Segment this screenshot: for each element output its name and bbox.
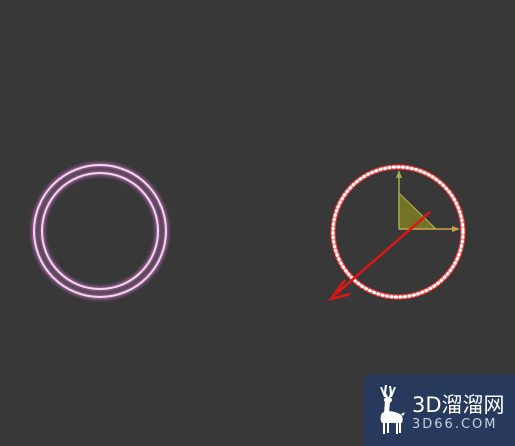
left-ring[interactable] [31,162,169,300]
watermark-url: 3D66.COM [412,417,498,432]
deer-icon [380,385,405,434]
watermark-panel: 3D溜溜网 3D66.COM [364,375,515,446]
watermark-title: 3D溜溜网 [412,393,505,417]
gizmo-z-axis[interactable] [335,211,431,295]
viewport[interactable]: 3D溜溜网 3D66.COM [0,0,515,446]
right-ring[interactable] [330,164,466,300]
